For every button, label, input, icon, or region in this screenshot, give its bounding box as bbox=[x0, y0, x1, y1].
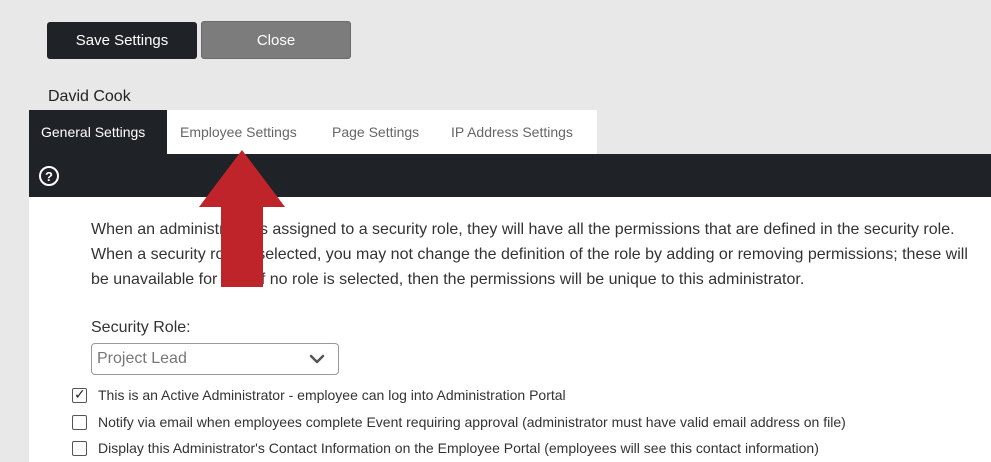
notify-email-label: Notify via email when employees complete… bbox=[98, 414, 846, 430]
security-role-label: Security Role: bbox=[91, 319, 191, 336]
tab-page-settings[interactable]: Page Settings bbox=[320, 110, 439, 154]
general-settings-panel: When an administrator is assigned to a s… bbox=[29, 197, 991, 462]
question-circle-icon[interactable]: ? bbox=[39, 166, 59, 186]
active-admin-row: ✓ This is an Active Administrator - empl… bbox=[72, 385, 566, 403]
top-toolbar: Save Settings Close David Cook bbox=[0, 0, 991, 110]
security-role-select[interactable]: Project Lead bbox=[91, 343, 339, 375]
active-admin-label: This is an Active Administrator - employ… bbox=[98, 387, 566, 403]
tab-employee-settings[interactable]: Employee Settings bbox=[167, 110, 320, 154]
security-role-value: Project Lead bbox=[97, 350, 187, 367]
display-contact-row: Display this Administrator's Contact Inf… bbox=[72, 440, 819, 456]
checkmark-icon: ✓ bbox=[74, 385, 86, 402]
tab-ip-address-settings[interactable]: IP Address Settings bbox=[439, 110, 597, 154]
notify-email-row: Notify via email when employees complete… bbox=[72, 414, 846, 430]
save-settings-button[interactable]: Save Settings bbox=[47, 22, 197, 59]
close-button[interactable]: Close bbox=[201, 21, 351, 59]
display-contact-checkbox[interactable] bbox=[72, 440, 87, 456]
section-header-bar: ? bbox=[29, 154, 991, 197]
user-name: David Cook bbox=[48, 88, 131, 105]
active-admin-checkbox[interactable]: ✓ bbox=[72, 385, 87, 403]
notify-email-checkbox[interactable] bbox=[72, 414, 87, 430]
settings-tabs: General Settings Employee Settings Page … bbox=[29, 110, 597, 154]
chevron-down-icon bbox=[309, 354, 325, 364]
red-arrow-annotation bbox=[199, 150, 285, 287]
tab-general-settings[interactable]: General Settings bbox=[29, 110, 167, 154]
display-contact-label: Display this Administrator's Contact Inf… bbox=[98, 440, 819, 456]
